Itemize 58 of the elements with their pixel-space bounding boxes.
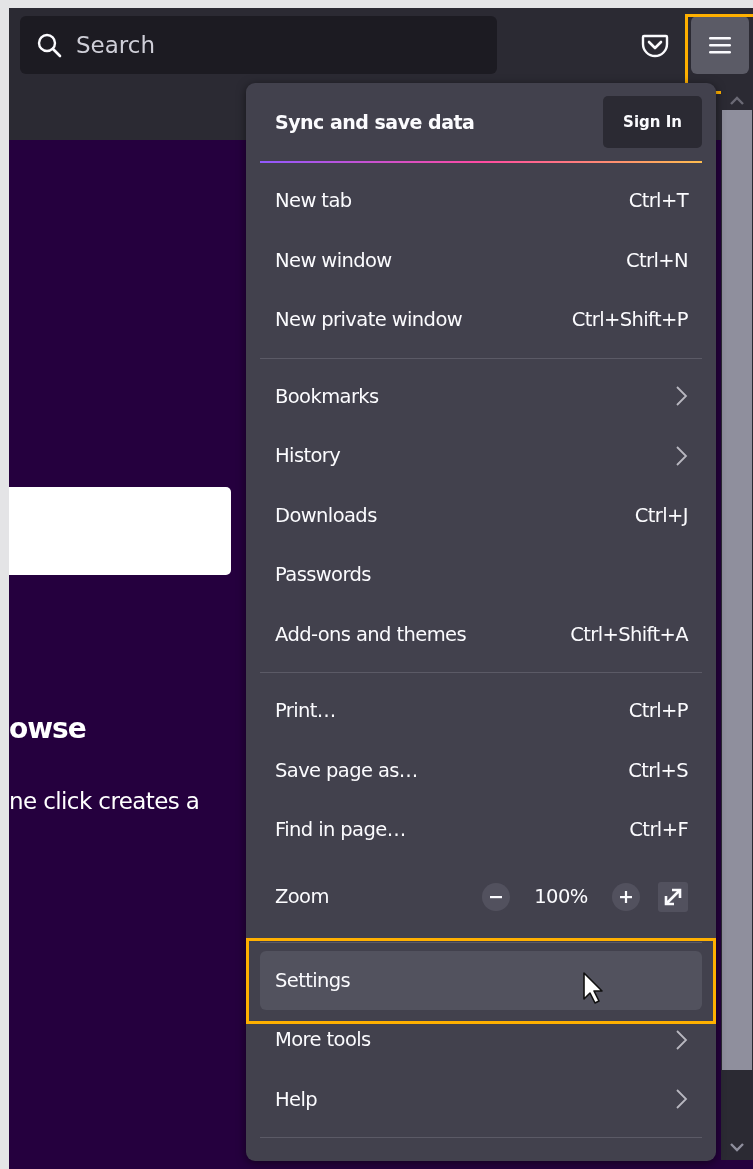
- sync-title: Sync and save data: [275, 111, 475, 133]
- menu-item-label: Find in page…: [275, 818, 406, 842]
- menu-button[interactable]: [691, 16, 749, 74]
- shortcut-text: Ctrl+J: [634, 503, 688, 527]
- pocket-icon[interactable]: [641, 32, 669, 58]
- menu-icon: [709, 36, 731, 54]
- menu-item-label: New tab: [275, 189, 352, 213]
- menu-item[interactable]: Print… Ctrl+P: [260, 681, 702, 741]
- menu-item[interactable]: History: [260, 426, 702, 486]
- menu-item-label: Downloads: [275, 503, 377, 527]
- menu-item-label: More tools: [275, 1028, 371, 1052]
- menu-item-label: Save page as…: [275, 758, 418, 782]
- menu-item[interactable]: New window Ctrl+N: [260, 230, 702, 290]
- menu-item[interactable]: Settings: [260, 950, 702, 1010]
- shortcut-text: Ctrl+Shift+P: [571, 308, 688, 332]
- menu-item[interactable]: More tools: [260, 1010, 702, 1070]
- input-field[interactable]: [9, 487, 231, 575]
- menu-item[interactable]: Passwords: [260, 545, 702, 605]
- menu-item[interactable]: Downloads Ctrl+J: [260, 485, 702, 545]
- menu-item[interactable]: Save page as… Ctrl+S: [260, 740, 702, 800]
- shortcut-text: Ctrl+N: [625, 248, 688, 272]
- menu-item[interactable]: Bookmarks: [260, 366, 702, 426]
- shortcut-text: Ctrl+P: [628, 699, 688, 723]
- shortcut-text: Ctrl+S: [628, 758, 688, 782]
- menu-item[interactable]: Add-ons and themes Ctrl+Shift+A: [260, 604, 702, 664]
- chevron-right-icon: [675, 444, 688, 467]
- menu-item-label: Print…: [275, 699, 336, 723]
- menu-item-label: Add-ons and themes: [275, 622, 467, 646]
- menu-item-label: New window: [275, 248, 392, 272]
- page-text: ne click creates a: [9, 788, 200, 814]
- shortcut-text: Ctrl+T: [628, 189, 688, 213]
- search-icon: [36, 32, 62, 58]
- chevron-right-icon: [675, 1028, 688, 1051]
- page-heading: owse: [9, 712, 86, 745]
- menu-item-label: History: [275, 444, 341, 468]
- scrollbar[interactable]: [721, 88, 753, 1160]
- shortcut-text: Ctrl+F: [629, 818, 688, 842]
- menu-item[interactable]: Find in page… Ctrl+F: [260, 800, 702, 860]
- search-field[interactable]: Search: [20, 16, 497, 74]
- scrollbar-thumb[interactable]: [722, 110, 752, 1070]
- zoom-in-button[interactable]: [612, 882, 640, 911]
- shortcut-text: Ctrl+Shift+A: [570, 622, 688, 646]
- menu-item-label: New private window: [275, 308, 463, 332]
- menu-item-label: Help: [275, 1087, 318, 1111]
- chevron-right-icon: [675, 385, 688, 408]
- zoom-level[interactable]: 100%: [528, 885, 594, 908]
- menu-item[interactable]: New tab Ctrl+T: [260, 171, 702, 231]
- zoom-out-button[interactable]: [482, 882, 510, 911]
- chevron-right-icon: [675, 1088, 688, 1111]
- menu-item[interactable]: New private window Ctrl+Shift+P: [260, 290, 702, 350]
- menu-item-label: Bookmarks: [275, 384, 379, 408]
- menu-item-label: Settings: [275, 968, 351, 992]
- sign-in-button[interactable]: Sign In: [603, 96, 702, 148]
- menu-item-label: Passwords: [275, 563, 371, 587]
- fullscreen-button[interactable]: [658, 881, 688, 912]
- menu-item[interactable]: Help: [260, 1069, 702, 1129]
- cursor-icon: [582, 970, 606, 1005]
- menu-item-label: Zoom: [275, 885, 329, 908]
